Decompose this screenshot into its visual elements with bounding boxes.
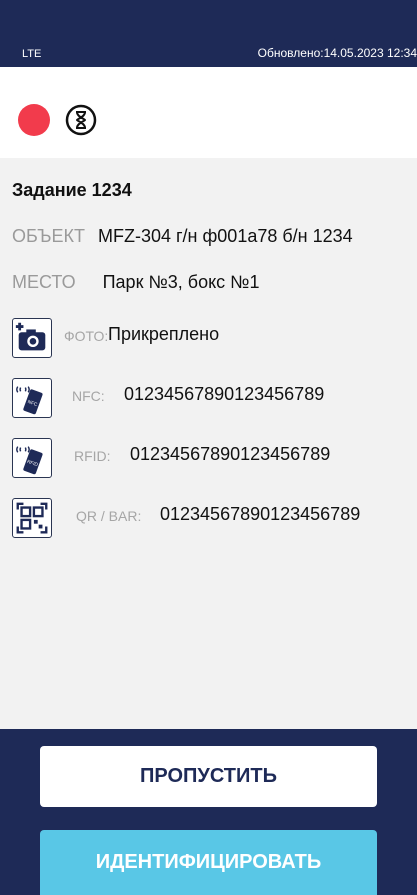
rfid-label: RFID: [74,448,111,464]
task-details: Задание 1234 ОБЪЕКТ MFZ-304 г/н ф001а78 … [0,158,417,729]
red-status-dot [18,104,50,136]
task-title: Задание 1234 [12,180,132,200]
screen: LTE Обновлено:14.05.2023 12:34 Задание 1… [0,0,417,895]
qr-code-icon[interactable] [12,498,52,538]
rfid-icon[interactable]: RFID [12,438,52,478]
skip-button[interactable]: ПРОПУСТИТЬ [40,746,377,807]
last-updated-text: Обновлено:14.05.2023 12:34 [257,46,417,60]
nfc-icon[interactable]: NFC [12,378,52,418]
object-value: MFZ-304 г/н ф001а78 б/н 1234 [97,226,353,246]
nfc-row: NFC NFC: 01234567890123456789 [12,378,417,420]
qr-label: QR / BAR: [76,508,142,524]
identify-button[interactable]: ИДЕНТИФИЦИРОВАТЬ [40,830,377,895]
place-label: МЕСТО [12,272,76,292]
rfid-row: RFID RFID: 01234567890123456789 [12,438,417,480]
qr-row: QR / BAR: 01234567890123456789 [12,498,417,540]
photo-label: ФОТО: [64,328,109,344]
place-value: Парк №3, бокс №1 [102,272,260,292]
rfid-value: 01234567890123456789 [130,444,331,464]
object-label: ОБЪЕКТ [12,226,85,246]
hourglass-icon[interactable] [65,104,97,136]
camera-add-icon[interactable] [12,318,52,358]
status-indicators [0,67,417,159]
nfc-value: 01234567890123456789 [124,384,325,404]
object-row: ОБЪЕКТ MFZ-304 г/н ф001а78 б/н 1234 [12,226,353,247]
photo-row: ФОТО: Прикреплено [12,318,417,360]
place-row: МЕСТО Парк №3, бокс №1 [12,272,260,293]
network-indicator: LTE [22,48,42,60]
nfc-label: NFC: [72,388,105,404]
action-bar: ПРОПУСТИТЬ ИДЕНТИФИЦИРОВАТЬ [0,729,417,895]
qr-value: 01234567890123456789 [160,504,361,524]
photo-value: Прикреплено [108,324,220,344]
status-bar: LTE Обновлено:14.05.2023 12:34 [0,0,417,67]
